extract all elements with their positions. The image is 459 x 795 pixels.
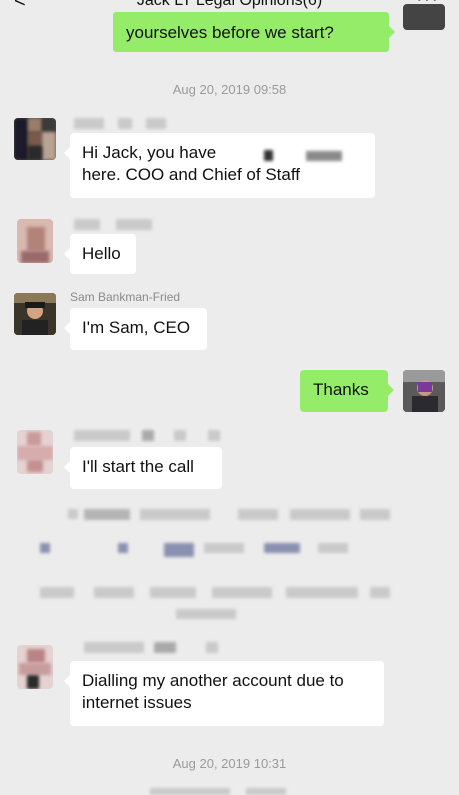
message-bubble-outgoing[interactable]: Thanks [300,370,394,412]
sender-name: Sam Bankman-Fried [70,290,181,304]
timestamp: Aug 20, 2019 09:58 [172,82,287,97]
message-bubble-incoming[interactable]: I'll start the call [64,447,222,489]
message-text: here. COO and Chief of Staff [82,165,300,184]
avatar-user[interactable] [17,430,53,474]
message-text: Hello [82,244,121,263]
avatar-user[interactable] [14,118,56,160]
avatar-self[interactable] [403,370,445,412]
avatar-user[interactable] [17,645,53,689]
sender-name-blurred [74,642,224,654]
chat-title: Jack LT Legal Opinions(6) [136,0,323,9]
timestamp: Aug 20, 2019 10:31 [172,756,287,771]
message-bubble-outgoing[interactable]: yourselves before we start? [113,12,395,52]
message-bubble-incoming[interactable]: I'm Sam, CEO [64,308,207,350]
sender-name-blurred [74,430,224,442]
blurred-system-notice [150,788,310,795]
avatar-user[interactable] [14,293,56,335]
avatar-self[interactable] [403,4,445,30]
message-text: I'm Sam, CEO [82,318,191,337]
blurred-system-notices [0,505,459,625]
sender-name-blurred [74,118,174,130]
message-bubble-incoming[interactable]: Hi Jack, you have here. COO and Chief of… [64,133,375,198]
avatar-user[interactable] [17,219,53,263]
message-text: internet issues [82,693,192,712]
message-text: Dialling my another account due to [82,671,344,690]
message-bubble-incoming[interactable]: Dialling my another account due to inter… [64,661,384,726]
sender-name-blurred [74,219,174,231]
message-text: yourselves before we start? [126,23,334,42]
message-text: Thanks [313,380,369,399]
message-bubble-incoming[interactable]: Hello [64,234,136,274]
message-text: I'll start the call [82,457,194,476]
